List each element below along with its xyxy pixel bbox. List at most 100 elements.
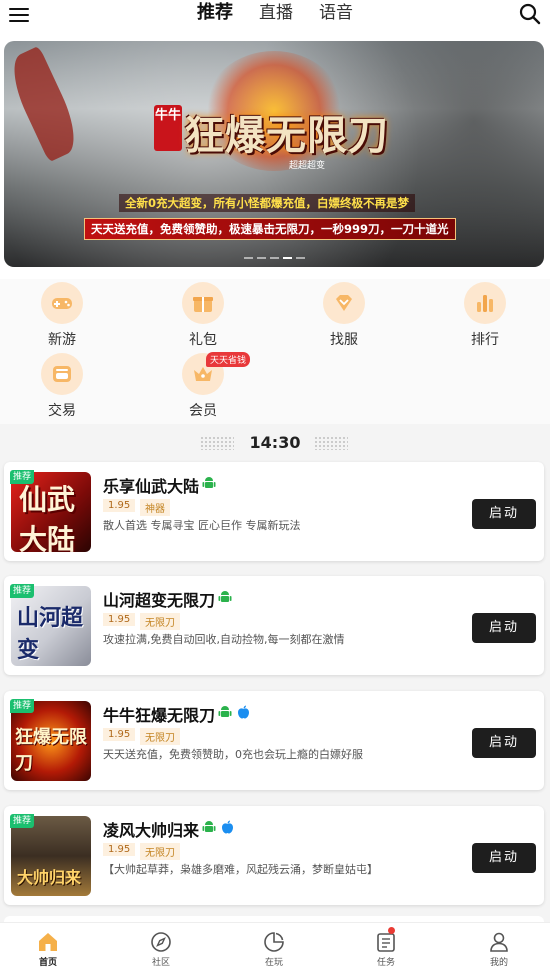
game-card[interactable]: 推荐 仙武大陆 乐享仙武大陆 1.95 神器 散人首选 专属寻宝 匠心巨作 专属…: [4, 462, 544, 561]
vip-promo-tag: 天天省钱: [206, 352, 251, 367]
banner-dot[interactable]: [296, 257, 305, 259]
banner-slogan-2: 天天送充值，免费领赞助，极速暴击无限刀，一秒999刀，一刀十道光: [84, 218, 456, 240]
nav-community[interactable]: 社区: [131, 931, 191, 968]
price-tag: 1.95: [103, 843, 136, 856]
quick-item-label: 会员: [189, 403, 217, 419]
platform-icons: [218, 590, 237, 604]
task-list-icon: [377, 933, 395, 952]
game-card[interactable]: 推荐 大帅归来 凌风大帅归来 1.95 无限刀 【大帅起草莽，枭雄多磨难，风起残…: [4, 806, 544, 905]
banner-subtitle: 超超超变: [289, 161, 326, 171]
top-tabs: 推荐 直播 语音: [197, 0, 379, 38]
category-tag: 无限刀: [140, 843, 180, 860]
gift-icon: [193, 297, 213, 312]
tab-recommend[interactable]: 推荐: [197, 0, 233, 38]
trade-icon: [53, 366, 71, 382]
time-divider: 14:30: [0, 428, 550, 458]
recommend-badge: 推荐: [10, 470, 34, 484]
profile-icon: [490, 932, 508, 952]
start-button[interactable]: 启动: [472, 728, 536, 758]
start-button[interactable]: 启动: [472, 843, 536, 873]
price-tag: 1.95: [103, 499, 136, 512]
platform-icons: [218, 705, 255, 719]
play-icon: [264, 932, 284, 952]
compass-icon: [151, 932, 171, 952]
apple-icon: [222, 820, 233, 834]
game-thumbnail[interactable]: 山河超变: [11, 586, 91, 666]
tab-voice[interactable]: 语音: [319, 0, 353, 34]
banner-title: 狂爆无限刀: [184, 112, 389, 159]
game-name[interactable]: 凌风大帅归来: [103, 817, 199, 841]
home-icon: [39, 933, 57, 951]
game-description: 天天送充值，免费领赞助，0充也会玩上瘾的白嫖好服: [103, 748, 363, 761]
quick-item-gift[interactable]: 礼包: [163, 282, 243, 349]
thumb-art-text: 山河超变: [17, 605, 84, 663]
diamond-icon: [336, 295, 352, 311]
banner-pagination: [244, 257, 309, 259]
quick-item-vip[interactable]: 天天省钱 会员: [163, 352, 251, 420]
quick-item-label: 礼包: [189, 332, 217, 348]
gamepad-icon: [52, 298, 72, 309]
game-description: 【大帅起草莽，枭雄多磨难，风起残云涌，梦断皇姑屯】: [103, 863, 378, 876]
game-card[interactable]: 推荐 山河超变 山河超变无限刀 1.95 无限刀 攻速拉满,免费自动回收,自动捡…: [4, 576, 544, 675]
banner-slogan-1: 全新0充大超变，所有小怪都爆充值，白嫖终极不再是梦: [119, 194, 415, 212]
quick-item-trade[interactable]: 交易: [22, 353, 102, 420]
category-tag: 无限刀: [140, 613, 180, 630]
price-tag: 1.95: [103, 728, 136, 741]
quick-item-ranking[interactable]: 排行: [445, 282, 525, 349]
quick-item-label: 排行: [471, 332, 499, 348]
tab-live[interactable]: 直播: [259, 0, 293, 34]
banner-dot[interactable]: [244, 257, 253, 259]
thumb-art-text: 仙武大陆: [19, 483, 76, 552]
game-name[interactable]: 山河超变无限刀: [103, 587, 215, 611]
time-label: 14:30: [249, 433, 301, 452]
quick-item-new-games[interactable]: 新游: [22, 282, 102, 349]
nav-label: 社区: [151, 958, 170, 968]
game-description: 攻速拉满,免费自动回收,自动捡物,每一刻都在激情: [103, 633, 345, 646]
game-thumbnail[interactable]: 大帅归来: [11, 816, 91, 896]
quick-entry-grid: 新游 礼包 找服 排行 交易 天天省钱 会员: [0, 279, 550, 424]
start-button[interactable]: 启动: [472, 613, 536, 643]
platform-icons: [202, 820, 239, 834]
thumb-art-text: 大帅归来: [17, 868, 82, 887]
search-icon[interactable]: [519, 3, 541, 25]
thumb-art-text: 狂爆无限刀: [15, 727, 87, 774]
banner-section: 牛牛 狂爆无限刀 超超超变 全新0充大超变，所有小怪都爆充值，白嫖终极不再是梦 …: [0, 34, 550, 279]
game-thumbnail[interactable]: 仙武大陆: [11, 472, 91, 552]
quick-item-label: 找服: [330, 332, 358, 348]
quick-item-label: 交易: [48, 403, 76, 419]
quick-item-find-server[interactable]: 找服: [304, 282, 384, 349]
banner-badge: 牛牛: [154, 105, 182, 151]
nav-profile[interactable]: 我的: [469, 931, 529, 968]
banner-dot-active[interactable]: [283, 257, 292, 259]
nav-home[interactable]: 首页: [18, 931, 78, 968]
android-icon: [218, 706, 232, 717]
quick-item-label: 新游: [48, 332, 76, 348]
apple-icon: [238, 705, 249, 719]
nav-label: 任务: [376, 958, 395, 968]
menu-icon[interactable]: [9, 5, 29, 23]
dot-pattern-right: [314, 436, 348, 450]
bar-chart-icon: [477, 295, 493, 312]
recommend-badge: 推荐: [10, 699, 34, 713]
game-name[interactable]: 牛牛狂爆无限刀: [103, 702, 215, 726]
promo-banner[interactable]: 牛牛 狂爆无限刀 超超超变 全新0充大超变，所有小怪都爆充值，白嫖终极不再是梦 …: [4, 41, 544, 267]
android-icon: [202, 477, 216, 488]
banner-dot[interactable]: [257, 257, 266, 259]
dot-pattern-left: [200, 436, 234, 450]
notification-dot: [388, 927, 395, 934]
top-bar: 推荐 直播 语音: [0, 0, 550, 38]
category-tag: 无限刀: [140, 728, 180, 745]
category-tag: 神器: [140, 499, 170, 516]
game-thumbnail[interactable]: 狂爆无限刀: [11, 701, 91, 781]
banner-dot[interactable]: [270, 257, 279, 259]
android-icon: [202, 821, 216, 832]
bottom-nav: 首页 社区 在玩 任务 我的: [0, 922, 550, 970]
price-tag: 1.95: [103, 613, 136, 626]
recommend-badge: 推荐: [10, 584, 34, 598]
game-card[interactable]: 推荐 狂爆无限刀 牛牛狂爆无限刀 1.95 无限刀 天天送充值，免费领赞助，0充…: [4, 691, 544, 790]
game-name[interactable]: 乐享仙武大陆: [103, 473, 199, 497]
start-button[interactable]: 启动: [472, 499, 536, 529]
android-icon: [218, 591, 232, 602]
nav-tasks[interactable]: 任务: [356, 927, 416, 968]
nav-playing[interactable]: 在玩: [244, 931, 304, 968]
